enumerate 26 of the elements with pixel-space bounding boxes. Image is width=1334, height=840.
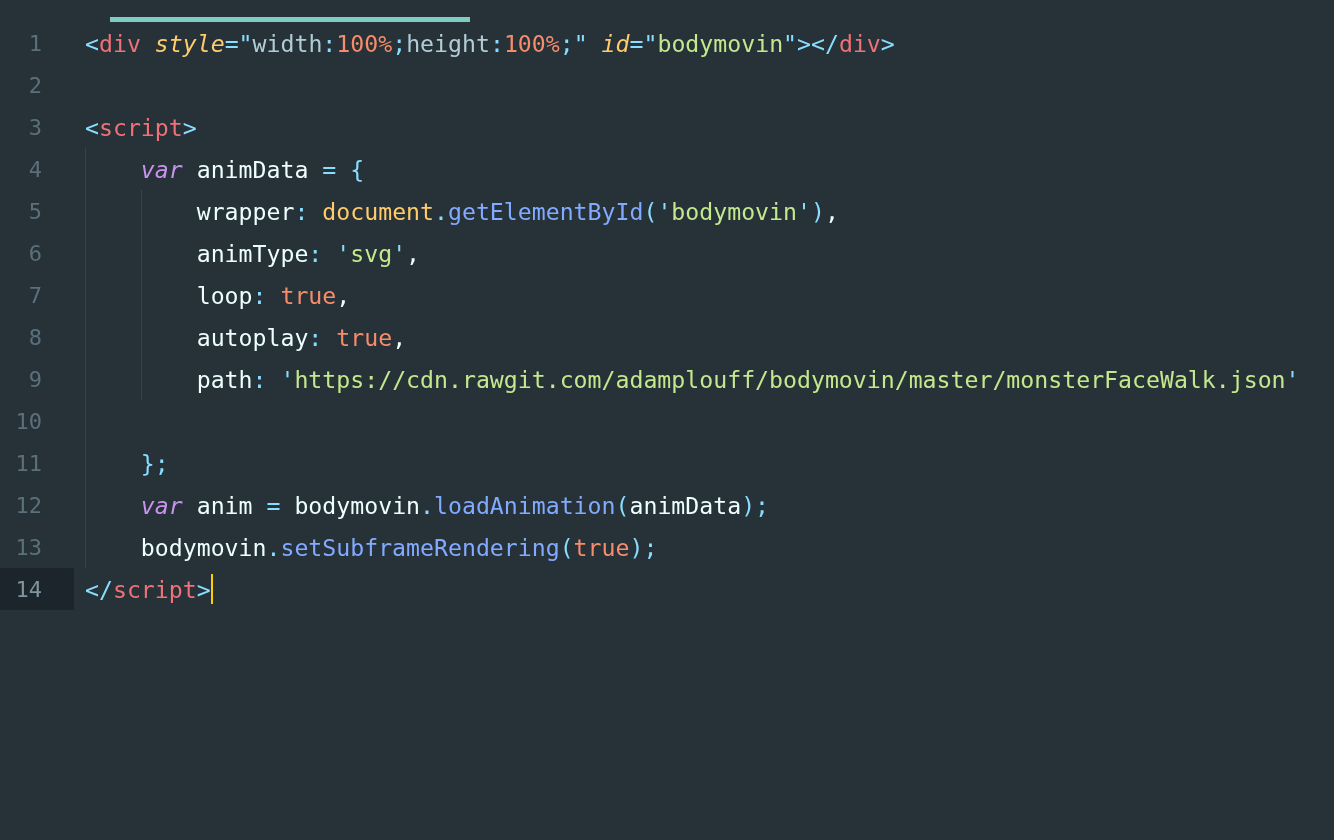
- line-number: 1: [27, 29, 43, 58]
- code-line: bodymovin.setSubframeRendering(true);: [140, 533, 658, 561]
- line-number: 11: [14, 449, 43, 478]
- code-line: path: 'https://cdn.rawgit.com/adamplouff/bodymovin/master/monsterFaceWalk.json': [196, 365, 1300, 393]
- line-number: 14: [0, 568, 74, 610]
- code-line: var anim = bodymovin.loadAnimation(animData);: [140, 491, 770, 519]
- code-line: };: [140, 449, 169, 477]
- line-number: 4: [27, 155, 43, 184]
- line-number: 10: [14, 407, 43, 436]
- code-line: </script>: [85, 575, 211, 603]
- line-number: 2: [27, 71, 43, 100]
- line-number: 9: [27, 365, 43, 394]
- code-line: var animData = {: [140, 155, 365, 183]
- line-number: 3: [27, 113, 43, 142]
- line-number: 13: [14, 533, 43, 562]
- line-number: 7: [27, 281, 43, 310]
- code-line: loop: true,: [196, 281, 351, 309]
- code-line: autoplay: true,: [196, 323, 407, 351]
- code-line: <div style="width:100%;height:100%;" id="bodymovin"></div>: [85, 29, 895, 57]
- line-number: 5: [27, 197, 43, 226]
- line-number: 12: [14, 491, 43, 520]
- code-line: <script>: [85, 113, 197, 141]
- code-line: animType: 'svg',: [196, 239, 421, 267]
- line-number: 6: [27, 239, 43, 268]
- code-line: wrapper: document.getElementById('bodymovin'),: [196, 197, 839, 225]
- line-number: 8: [27, 323, 43, 352]
